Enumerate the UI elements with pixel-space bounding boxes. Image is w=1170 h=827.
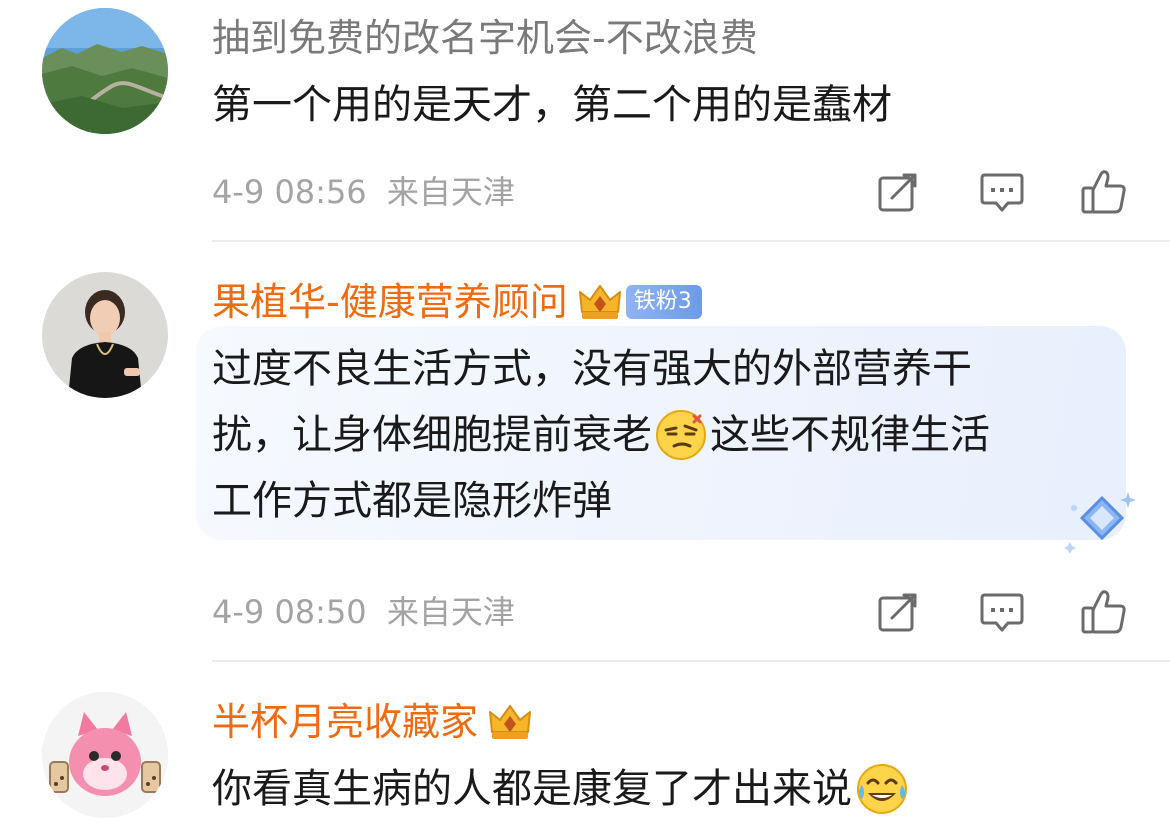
- username[interactable]: 半杯月亮收藏家: [212, 700, 532, 744]
- share-edit-icon[interactable]: [872, 586, 924, 638]
- timestamp: 4-9 08:56: [212, 173, 367, 211]
- smirk-emoji-icon: [656, 410, 706, 460]
- thumbs-up-icon[interactable]: [1078, 586, 1130, 638]
- comment-meta: 4-9 08:50 来自天津: [212, 592, 515, 632]
- crown-badge-icon: [489, 705, 532, 739]
- fan-badge[interactable]: 铁粉3: [625, 285, 702, 319]
- divider: [212, 240, 1170, 242]
- comment-bubble-icon[interactable]: [976, 166, 1028, 218]
- comment-text-line: 第一个用的是天才，第二个用的是蠢材: [212, 82, 892, 128]
- comment-text-segment: 扰，让身体细胞提前衰老: [212, 412, 652, 458]
- diamond-sparkle-icon: [1064, 492, 1136, 554]
- username-text[interactable]: 抽到免费的改名字机会-不改浪费: [212, 16, 758, 60]
- comment-text-line: 扰，让身体细胞提前衰老 这些不规律生活: [212, 402, 990, 468]
- username[interactable]: 果植华-健康营养顾问 铁粉3: [212, 280, 702, 324]
- comment-meta: 4-9 08:56 来自天津: [212, 172, 515, 212]
- location: 来自天津: [386, 593, 515, 631]
- comment-text: 过度不良生活方式，没有强大的外部营养干 扰，让身体细胞提前衰老 这些不规律生活 …: [212, 336, 990, 534]
- comment-text: 第一个用的是天才，第二个用的是蠢材: [212, 72, 892, 138]
- share-edit-icon[interactable]: [872, 166, 924, 218]
- comment-text: 你看真生病的人都是康复了才出来说: [212, 756, 912, 822]
- username-text[interactable]: 果植华-健康营养顾问: [212, 280, 568, 324]
- tears-of-joy-emoji-icon: [857, 764, 907, 814]
- username-text[interactable]: 半杯月亮收藏家: [212, 700, 478, 744]
- comment-text-line: 你看真生病的人都是康复了才出来说: [212, 766, 852, 812]
- comment-bubble-icon[interactable]: [976, 586, 1028, 638]
- thumbs-up-icon[interactable]: [1078, 166, 1130, 218]
- username[interactable]: 抽到免费的改名字机会-不改浪费: [212, 16, 758, 60]
- divider: [212, 660, 1170, 662]
- crown-badge-icon: [578, 285, 621, 319]
- comment-text-line: 过度不良生活方式，没有强大的外部营养干: [212, 346, 972, 392]
- comment-text-line: 工作方式都是隐形炸弹: [212, 478, 612, 524]
- location: 来自天津: [386, 173, 515, 211]
- comment-text-segment: 这些不规律生活: [710, 412, 990, 458]
- avatar[interactable]: [42, 272, 168, 398]
- avatar[interactable]: [42, 8, 168, 134]
- timestamp: 4-9 08:50: [212, 593, 367, 631]
- avatar[interactable]: [42, 692, 168, 818]
- action-bar: [872, 166, 1134, 218]
- action-bar: [872, 586, 1134, 638]
